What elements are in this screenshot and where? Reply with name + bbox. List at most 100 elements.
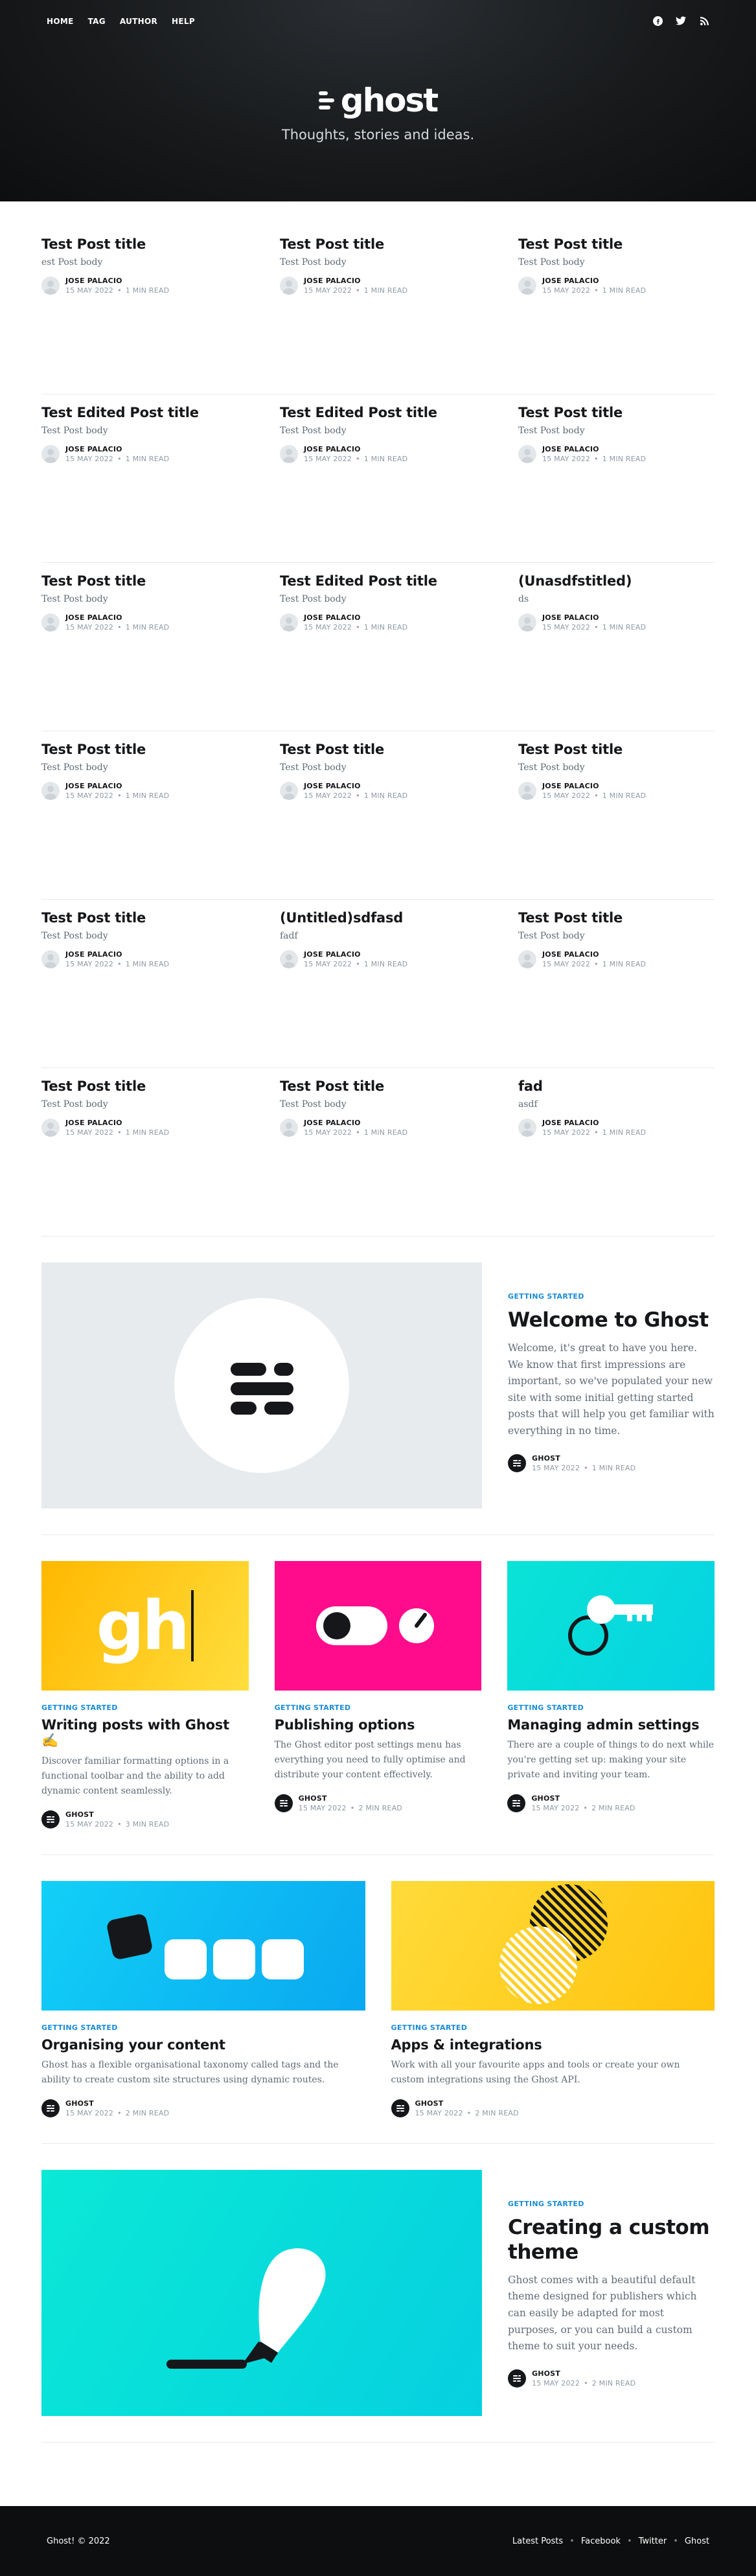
- post-tag[interactable]: GETTING STARTED: [275, 1704, 482, 1712]
- avatar[interactable]: [280, 782, 298, 800]
- author-name[interactable]: JOSE PALACIO: [304, 445, 407, 453]
- post-card[interactable]: Test Post title Test Post body JOSE PALACI…: [280, 226, 476, 394]
- post-title[interactable]: Managing admin settings: [507, 1717, 715, 1733]
- post-card[interactable]: Test Post title Test Post body JOSE PALACI…: [518, 226, 715, 394]
- post-title[interactable]: Test Edited Post title: [280, 573, 476, 589]
- nav-tag[interactable]: TAG: [88, 17, 106, 26]
- post-card[interactable]: Test Post title Test Post body JOSE PALACI…: [280, 731, 476, 899]
- footer-link-ghost[interactable]: Ghost: [685, 2536, 709, 2546]
- post-card[interactable]: (Untitled)sdfasd fadf JOSE PALACIO 15 MAY 2…: [280, 900, 476, 1067]
- avatar[interactable]: [518, 782, 536, 800]
- post-card[interactable]: GETTING STARTED Publishing options The G…: [274, 1561, 482, 1829]
- post-title[interactable]: Test Post title: [518, 236, 715, 252]
- avatar[interactable]: [518, 277, 536, 295]
- avatar[interactable]: [391, 2099, 409, 2118]
- featured-image[interactable]: [41, 2170, 482, 2417]
- author-name[interactable]: JOSE PALACIO: [542, 950, 646, 959]
- post-title[interactable]: Test Edited Post title: [280, 405, 476, 420]
- author-name[interactable]: JOSE PALACIO: [65, 1119, 169, 1127]
- post-image[interactable]: [391, 1881, 715, 2011]
- author-name[interactable]: GHOST: [299, 1794, 402, 1803]
- post-title[interactable]: Test Post title: [41, 236, 238, 252]
- post-card[interactable]: (Unasdfstitled) ds JOSE PALACIO 15 MAY 2022…: [518, 563, 715, 731]
- post-title[interactable]: Test Post title: [41, 910, 238, 926]
- avatar[interactable]: [41, 613, 60, 632]
- author-name[interactable]: JOSE PALACIO: [304, 950, 407, 959]
- post-tag[interactable]: GETTING STARTED: [508, 2200, 715, 2208]
- rss-icon[interactable]: [699, 16, 709, 26]
- author-name[interactable]: JOSE PALACIO: [65, 445, 169, 453]
- post-card[interactable]: Test Post title Test Post body JOSE PALACI…: [41, 1068, 238, 1236]
- post-title[interactable]: Creating a custom theme: [508, 2216, 715, 2264]
- post-title[interactable]: Test Post title: [518, 910, 715, 926]
- avatar[interactable]: [508, 2369, 526, 2388]
- avatar[interactable]: [508, 1453, 526, 1472]
- post-title[interactable]: Test Post title: [280, 1078, 476, 1094]
- avatar[interactable]: [41, 1119, 60, 1137]
- author-name[interactable]: JOSE PALACIO: [304, 277, 407, 285]
- post-card[interactable]: Test Edited Post title Test Post body JOSE…: [41, 394, 238, 562]
- post-tag[interactable]: GETTING STARTED: [508, 1292, 715, 1301]
- avatar[interactable]: [280, 950, 298, 968]
- avatar[interactable]: [41, 1810, 60, 1829]
- avatar[interactable]: [280, 613, 298, 632]
- avatar[interactable]: [274, 1794, 293, 1813]
- post-card[interactable]: Test Post title Test Post body JOSE PALACI…: [41, 900, 238, 1067]
- post-title[interactable]: Apps & integrations: [391, 2037, 715, 2053]
- author-name[interactable]: GHOST: [415, 2099, 519, 2108]
- post-title[interactable]: Test Post title: [518, 742, 715, 757]
- featured-post-welcome[interactable]: GETTING STARTED Welcome to Ghost Welcome…: [41, 1237, 715, 1535]
- author-name[interactable]: JOSE PALACIO: [65, 782, 169, 790]
- author-name[interactable]: GHOST: [65, 1810, 169, 1819]
- post-card[interactable]: Test Post title Test Post body JOSE PALACI…: [518, 394, 715, 562]
- post-title[interactable]: Writing posts with Ghost ✍️: [41, 1717, 249, 1749]
- post-card[interactable]: GETTING STARTED Apps & integrations Work…: [391, 1881, 715, 2118]
- post-tag[interactable]: GETTING STARTED: [391, 2023, 715, 2032]
- post-card[interactable]: Test Post title Test Post body JOSE PALACI…: [518, 731, 715, 899]
- post-card[interactable]: Test Post title est Post body JOSE PALACIO…: [41, 226, 238, 394]
- post-card[interactable]: Test Post title Test Post body JOSE PALACI…: [280, 1068, 476, 1236]
- post-image[interactable]: [507, 1561, 715, 1691]
- author-name[interactable]: JOSE PALACIO: [304, 1119, 407, 1127]
- footer-link-latest-posts[interactable]: Latest Posts: [512, 2536, 563, 2546]
- post-title[interactable]: Test Post title: [41, 1078, 238, 1094]
- author-name[interactable]: JOSE PALACIO: [304, 782, 407, 790]
- post-card[interactable]: fad asdf JOSE PALACIO 15 MAY 2022 • 1 MIN REA…: [518, 1068, 715, 1236]
- author-name[interactable]: GHOST: [532, 1454, 636, 1463]
- post-title[interactable]: Welcome to Ghost: [508, 1308, 715, 1332]
- avatar[interactable]: [518, 1119, 536, 1137]
- twitter-icon[interactable]: [676, 16, 686, 26]
- avatar[interactable]: [518, 950, 536, 968]
- author-name[interactable]: GHOST: [531, 1794, 635, 1803]
- avatar[interactable]: [41, 277, 60, 295]
- avatar[interactable]: [280, 445, 298, 463]
- post-title[interactable]: Test Post title: [518, 405, 715, 420]
- avatar[interactable]: [41, 445, 60, 463]
- site-logo[interactable]: ghost: [318, 84, 439, 117]
- featured-post-theme[interactable]: GETTING STARTED Creating a custom theme …: [41, 2144, 715, 2443]
- post-image[interactable]: [274, 1561, 482, 1691]
- avatar[interactable]: [280, 1119, 298, 1137]
- post-title[interactable]: (Untitled)sdfasd: [280, 910, 476, 926]
- author-name[interactable]: JOSE PALACIO: [542, 782, 646, 790]
- post-tag[interactable]: GETTING STARTED: [41, 2023, 365, 2032]
- post-card[interactable]: Test Post title Test Post body JOSE PALACI…: [41, 563, 238, 731]
- author-name[interactable]: GHOST: [65, 2099, 169, 2108]
- post-card[interactable]: Test Edited Post title Test Post body JOSE…: [280, 563, 476, 731]
- author-name[interactable]: JOSE PALACIO: [542, 613, 646, 622]
- post-title[interactable]: (Unasdfstitled): [518, 573, 715, 589]
- footer-link-twitter[interactable]: Twitter: [639, 2536, 667, 2546]
- author-name[interactable]: JOSE PALACIO: [542, 1119, 646, 1127]
- footer-copyright[interactable]: Ghost! © 2022: [47, 2536, 110, 2546]
- post-card[interactable]: Test Post title Test Post body JOSE PALACI…: [518, 900, 715, 1067]
- post-card[interactable]: Test Edited Post title Test Post body JOSE…: [280, 394, 476, 562]
- avatar[interactable]: [41, 782, 60, 800]
- facebook-icon[interactable]: [652, 16, 663, 26]
- avatar[interactable]: [507, 1794, 526, 1813]
- avatar[interactable]: [41, 950, 60, 968]
- post-title[interactable]: fad: [518, 1078, 715, 1094]
- post-title[interactable]: Test Post title: [280, 236, 476, 252]
- post-image[interactable]: [41, 1881, 365, 2011]
- post-title[interactable]: Test Edited Post title: [41, 405, 238, 420]
- post-title[interactable]: Test Post title: [41, 573, 238, 589]
